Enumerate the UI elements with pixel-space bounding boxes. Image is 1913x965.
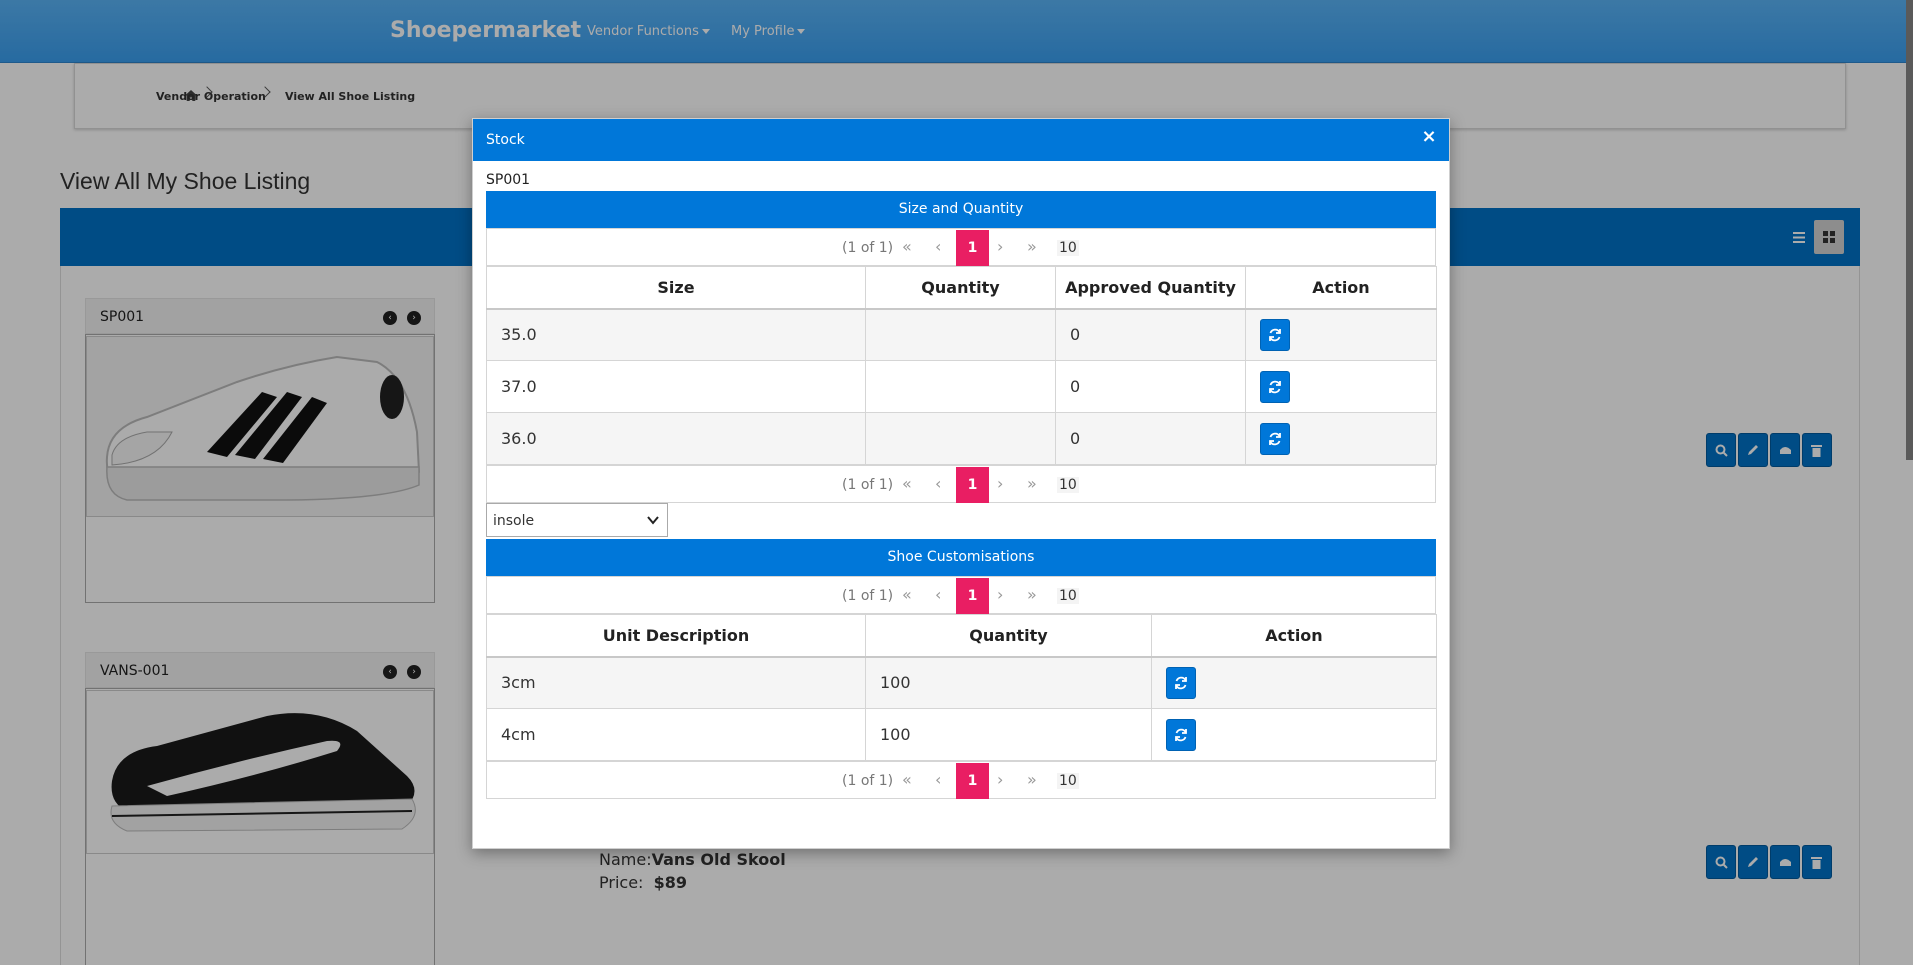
page-number[interactable]: 1 xyxy=(956,230,989,266)
last-page-icon[interactable]: » xyxy=(1027,237,1037,256)
stock-dialog: Stock × SP001 Size and Quantity (1 of 1)… xyxy=(472,118,1450,849)
last-page-icon[interactable]: » xyxy=(1027,585,1037,604)
page-number[interactable]: 1 xyxy=(956,578,989,614)
cell-quantity[interactable]: 100 xyxy=(865,708,1152,761)
column-header-unit-description[interactable]: Unit Description xyxy=(486,614,866,658)
cell-quantity[interactable] xyxy=(865,412,1056,465)
cell-approved-quantity: 0 xyxy=(1055,308,1246,361)
refresh-icon xyxy=(1175,728,1187,741)
cell-action xyxy=(1245,308,1437,361)
page-number[interactable]: 1 xyxy=(956,467,989,503)
cell-unit-description: 3cm xyxy=(486,656,866,709)
cell-approved-quantity: 0 xyxy=(1055,360,1246,413)
cell-size: 35.0 xyxy=(486,308,866,361)
next-page-icon[interactable]: › xyxy=(997,474,1003,493)
customisation-type-select[interactable]: insole xyxy=(486,503,668,537)
first-page-icon[interactable]: « xyxy=(902,474,912,493)
table-row: 37.0 0 xyxy=(486,360,1437,413)
refresh-button[interactable] xyxy=(1260,422,1290,455)
prev-page-icon[interactable]: ‹ xyxy=(935,770,941,789)
column-header-quantity[interactable]: Quantity xyxy=(865,614,1152,658)
cell-action xyxy=(1245,360,1437,413)
close-icon[interactable]: × xyxy=(1419,127,1439,147)
dialog-product-code: SP001 xyxy=(486,172,531,188)
table-row: 4cm 100 xyxy=(486,708,1437,761)
dialog-title: Stock xyxy=(486,132,525,148)
rows-per-page[interactable]: 10 xyxy=(1057,588,1079,604)
paginator-top: (1 of 1) « ‹ 1 › » 10 xyxy=(486,228,1436,266)
cell-action xyxy=(1151,708,1437,761)
refresh-icon xyxy=(1175,676,1187,690)
paginator-bottom: (1 of 1) « ‹ 1 › » 10 xyxy=(486,761,1436,799)
paginator-current: (1 of 1) xyxy=(842,588,894,604)
page-number[interactable]: 1 xyxy=(956,763,989,799)
column-header-approved-quantity[interactable]: Approved Quantity xyxy=(1055,266,1246,310)
table-caption: Shoe Customisations xyxy=(486,539,1436,576)
last-page-icon[interactable]: » xyxy=(1027,770,1037,789)
refresh-button[interactable] xyxy=(1166,718,1196,751)
paginator-current: (1 of 1) xyxy=(842,477,894,493)
table-caption: Size and Quantity xyxy=(486,191,1436,228)
last-page-icon[interactable]: » xyxy=(1027,474,1037,493)
cell-quantity[interactable] xyxy=(865,308,1056,361)
first-page-icon[interactable]: « xyxy=(902,770,912,789)
size-quantity-table: Size and Quantity (1 of 1) « ‹ 1 › » 10 … xyxy=(486,191,1437,503)
cell-action xyxy=(1245,412,1437,465)
refresh-button[interactable] xyxy=(1260,370,1290,403)
refresh-button[interactable] xyxy=(1260,318,1290,351)
rows-per-page[interactable]: 10 xyxy=(1057,773,1079,789)
column-header-quantity[interactable]: Quantity xyxy=(865,266,1056,310)
next-page-icon[interactable]: › xyxy=(997,237,1003,256)
prev-page-icon[interactable]: ‹ xyxy=(935,237,941,256)
paginator-current: (1 of 1) xyxy=(842,240,894,256)
table-header-row: Size Quantity Approved Quantity Action xyxy=(486,266,1437,310)
shoe-customisations-table: Shoe Customisations (1 of 1) « ‹ 1 › » 1… xyxy=(486,539,1437,799)
prev-page-icon[interactable]: ‹ xyxy=(935,585,941,604)
table-row: 3cm 100 xyxy=(486,656,1437,709)
rows-per-page[interactable]: 10 xyxy=(1057,240,1079,256)
size-quantity-grid: Size Quantity Approved Quantity Action 3… xyxy=(486,266,1437,465)
column-header-action: Action xyxy=(1151,614,1437,658)
paginator-current: (1 of 1) xyxy=(842,773,894,789)
paginator-bottom: (1 of 1) « ‹ 1 › » 10 xyxy=(486,465,1436,503)
cell-size: 37.0 xyxy=(486,360,866,413)
next-page-icon[interactable]: › xyxy=(997,585,1003,604)
refresh-icon xyxy=(1269,380,1281,393)
first-page-icon[interactable]: « xyxy=(902,237,912,256)
next-page-icon[interactable]: › xyxy=(997,770,1003,789)
refresh-icon xyxy=(1269,328,1281,342)
refresh-button[interactable] xyxy=(1166,666,1196,699)
prev-page-icon[interactable]: ‹ xyxy=(935,474,941,493)
page-scrollbar[interactable] xyxy=(1906,0,1913,460)
cell-size: 36.0 xyxy=(486,412,866,465)
cell-quantity[interactable] xyxy=(865,360,1056,413)
rows-per-page[interactable]: 10 xyxy=(1057,477,1079,493)
cell-quantity[interactable]: 100 xyxy=(865,656,1152,709)
column-header-size[interactable]: Size xyxy=(486,266,866,310)
select-value: insole xyxy=(493,513,535,529)
chevron-down-icon xyxy=(647,516,659,525)
first-page-icon[interactable]: « xyxy=(902,585,912,604)
cell-action xyxy=(1151,656,1437,709)
table-header-row: Unit Description Quantity Action xyxy=(486,614,1437,658)
table-row: 35.0 0 xyxy=(486,308,1437,361)
shoe-customisations-grid: Unit Description Quantity Action 3cm 100… xyxy=(486,614,1437,761)
cell-unit-description: 4cm xyxy=(486,708,866,761)
paginator-top: (1 of 1) « ‹ 1 › » 10 xyxy=(486,576,1436,614)
refresh-icon xyxy=(1269,432,1281,445)
column-header-action: Action xyxy=(1245,266,1437,310)
dialog-header: Stock × xyxy=(473,119,1449,161)
table-row: 36.0 0 xyxy=(486,412,1437,465)
cell-approved-quantity: 0 xyxy=(1055,412,1246,465)
